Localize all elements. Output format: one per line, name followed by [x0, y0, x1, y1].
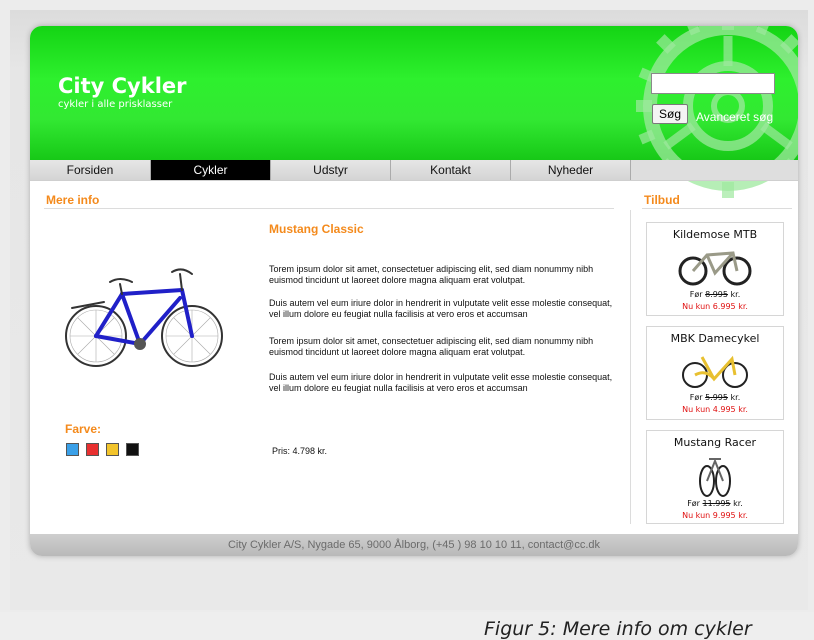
search-input[interactable] [651, 73, 775, 94]
offer-before-price: Før 8.995 kr. [689, 290, 741, 299]
description-paragraph: Torem ipsum dolor sit amet, consectetuer… [269, 264, 594, 285]
product-price: Pris: 4.798 kr. [272, 446, 328, 456]
site-footer: City Cykler A/S, Nygade 65, 9000 Ålborg,… [30, 534, 798, 556]
colour-swatch-black[interactable] [126, 443, 139, 456]
offer-sale-price: Nu kun 9.995 kr. [682, 511, 748, 520]
sidebar-title: Tilbud [644, 193, 680, 207]
description-paragraph: Duis autem vel eum iriure dolor in hendr… [269, 372, 613, 393]
description-paragraph: Torem ipsum dolor sit amet, consectetuer… [269, 336, 594, 357]
nav-item-kontakt[interactable]: Kontakt [391, 160, 511, 180]
logo-title[interactable]: City Cykler [58, 74, 187, 98]
nav-item-cykler[interactable]: Cykler [151, 160, 271, 180]
description-paragraph: Duis autem vel eum iriure dolor in hendr… [269, 298, 613, 319]
main-nav: Forsiden Cykler Udstyr Kontakt Nyheder [30, 160, 798, 181]
offer-sale-price: Nu kun 6.995 kr. [682, 302, 748, 311]
colour-swatch-yellow[interactable] [106, 443, 119, 456]
nav-item-udstyr[interactable]: Udstyr [271, 160, 391, 180]
colour-swatch-blue[interactable] [66, 443, 79, 456]
divider [44, 208, 614, 209]
site-header: City Cykler cykler i alle prisklasser Sø… [30, 26, 798, 198]
offer-card[interactable]: Mustang Racer Før 11.995 kr. Nu kun 9.99… [646, 430, 784, 524]
offer-card[interactable]: MBK Damecykel Før 5.995 kr. Nu kun 4.995… [646, 326, 784, 420]
website-frame: City Cykler cykler i alle prisklasser Sø… [30, 26, 798, 556]
offer-card[interactable]: Kildemose MTB Før 8.995 kr. Nu kun 6.995… [646, 222, 784, 316]
offer-sale-price: Nu kun 4.995 kr. [682, 405, 748, 414]
bike-image [65, 268, 223, 367]
offer-before-price: Før 11.995 kr. [687, 499, 743, 508]
logo-subtitle: cykler i alle prisklasser [58, 99, 173, 110]
figure-caption: Figur 5: Mere info om cykler [484, 618, 752, 640]
offer-bike-image [647, 351, 783, 394]
offer-name: MBK Damecykel [670, 332, 760, 345]
nav-item-nyheder[interactable]: Nyheder [511, 160, 631, 180]
colour-label: Farve: [65, 422, 102, 436]
offer-name: Kildemose MTB [672, 228, 758, 241]
offer-bike-image [647, 451, 783, 504]
colour-swatch-red[interactable] [86, 443, 99, 456]
advanced-search-link[interactable]: Avanceret søg [696, 110, 773, 124]
offer-name: Mustang Racer [673, 436, 757, 449]
nav-item-forsiden[interactable]: Forsiden [30, 160, 151, 180]
sidebar-rule [642, 208, 792, 209]
offer-bike-image [647, 245, 783, 292]
sidebar-divider [630, 210, 631, 524]
section-title-mere-info: Mere info [46, 193, 100, 207]
search-button[interactable]: Søg [652, 104, 689, 124]
offer-before-price: Før 5.995 kr. [689, 393, 741, 402]
product-title: Mustang Classic [269, 222, 364, 236]
